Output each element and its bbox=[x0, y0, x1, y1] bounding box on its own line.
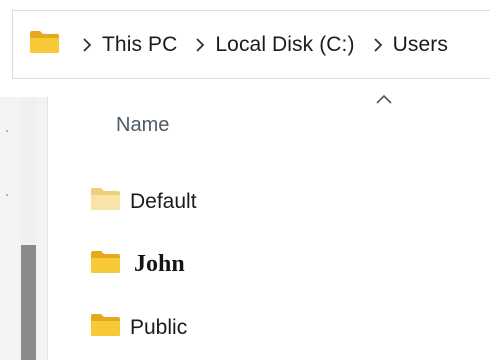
breadcrumb-this-pc[interactable]: This PC bbox=[102, 33, 177, 57]
chevron-right-icon[interactable] bbox=[365, 30, 391, 60]
list-item[interactable]: John bbox=[90, 233, 490, 296]
item-label: Public bbox=[130, 315, 188, 339]
address-bar[interactable]: This PC Local Disk (C:) Users bbox=[12, 10, 490, 79]
folder-icon bbox=[90, 313, 121, 342]
file-explorer-window: This PC Local Disk (C:) Users Name Defau… bbox=[0, 0, 496, 360]
nav-pane-marker bbox=[6, 194, 8, 196]
list-item[interactable]: Default bbox=[90, 170, 490, 233]
list-item[interactable]: Public bbox=[90, 296, 490, 359]
item-label: John bbox=[134, 251, 185, 277]
folder-icon bbox=[90, 250, 121, 279]
breadcrumb-users[interactable]: Users bbox=[393, 33, 448, 57]
column-header-name[interactable]: Name bbox=[116, 114, 169, 137]
nav-pane-marker bbox=[6, 130, 8, 132]
sort-ascending-icon bbox=[374, 92, 394, 106]
breadcrumb-local-disk[interactable]: Local Disk (C:) bbox=[215, 33, 354, 57]
scrollbar-thumb[interactable] bbox=[21, 245, 36, 360]
file-list: Default John Public bbox=[90, 170, 490, 359]
chevron-right-icon[interactable] bbox=[187, 30, 213, 60]
folder-icon bbox=[29, 30, 60, 60]
item-label: Default bbox=[130, 189, 197, 213]
folder-light-icon bbox=[90, 187, 121, 216]
pane-divider[interactable] bbox=[47, 97, 48, 360]
chevron-right-icon[interactable] bbox=[74, 30, 100, 60]
